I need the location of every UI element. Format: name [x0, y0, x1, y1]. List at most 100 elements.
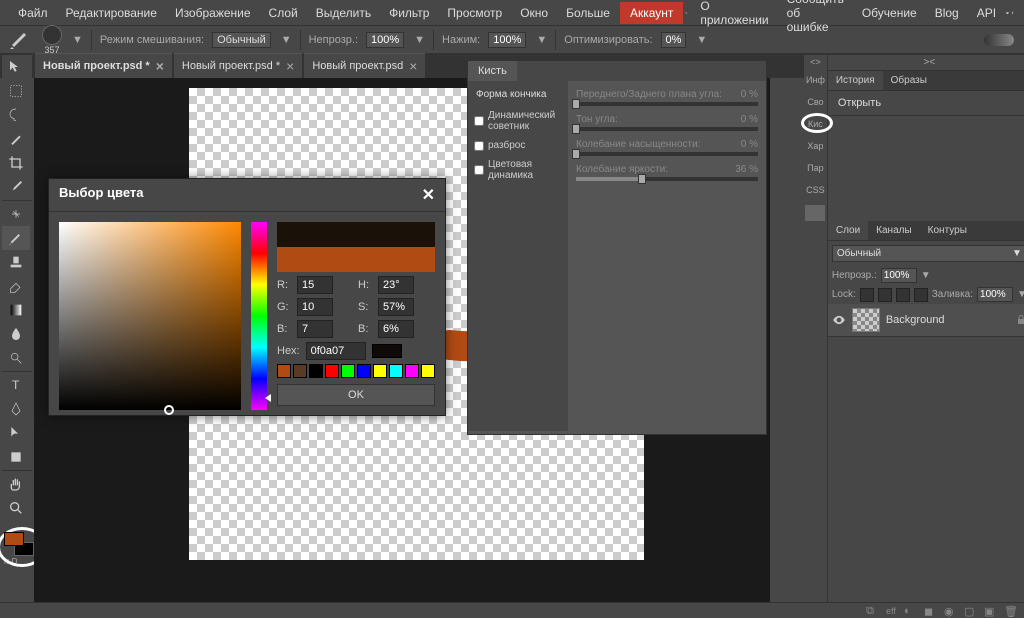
tab-close-icon[interactable]: ×	[156, 58, 164, 74]
stamp-tool[interactable]	[2, 250, 30, 274]
twitter-icon[interactable]	[1006, 4, 1009, 22]
menu-file[interactable]: Файл	[10, 2, 56, 24]
opacity-value[interactable]: 100%	[366, 32, 404, 48]
tab-close-icon[interactable]: ×	[286, 58, 294, 74]
color-gradient-field[interactable]	[59, 222, 241, 410]
blur-tool[interactable]	[2, 322, 30, 346]
palette-swatch[interactable]	[309, 364, 323, 378]
menu-report-bug[interactable]: Сообщить об ошибке	[779, 0, 852, 38]
brush-tip-section[interactable]: Форма кончика	[472, 85, 564, 104]
shape-tool[interactable]	[2, 445, 30, 469]
tab-close-icon[interactable]: ×	[409, 58, 417, 74]
menu-filter[interactable]: Фильтр	[381, 2, 437, 24]
strip-image-icon[interactable]	[805, 205, 825, 221]
menu-api[interactable]: API	[969, 2, 1004, 24]
paths-tab[interactable]: Контуры	[920, 221, 975, 240]
layers-tab[interactable]: Слои	[828, 221, 868, 240]
trash-icon[interactable]: 🗑	[1004, 605, 1016, 617]
ok-button[interactable]: OK	[277, 384, 435, 406]
palette-swatch[interactable]	[341, 364, 355, 378]
menu-blog[interactable]: Blog	[927, 2, 967, 24]
palette-swatch[interactable]	[389, 364, 403, 378]
layer-name[interactable]: Background	[886, 314, 1009, 326]
document-tab[interactable]: Новый проект.psd ×	[304, 53, 425, 78]
opacity-dropdown-icon[interactable]: ▼	[921, 270, 931, 281]
saturation-slider[interactable]	[576, 152, 758, 156]
palette-swatch[interactable]	[277, 364, 291, 378]
opacity-dropdown-icon[interactable]: ▼	[414, 34, 425, 46]
s-input[interactable]	[378, 298, 414, 316]
palette-swatch[interactable]	[373, 364, 387, 378]
b-input[interactable]	[297, 320, 333, 338]
g-input[interactable]	[297, 298, 333, 316]
color-cursor[interactable]	[164, 405, 174, 415]
channels-tab[interactable]: Каналы	[868, 221, 920, 240]
menu-image[interactable]: Изображение	[167, 2, 259, 24]
fill-dropdown-icon[interactable]: ▼	[1017, 289, 1024, 300]
adjustment-icon[interactable]: ◉	[944, 605, 956, 617]
layer-opacity-input[interactable]	[881, 268, 917, 283]
wand-tool[interactable]	[2, 127, 30, 151]
eyedropper-tool[interactable]	[2, 175, 30, 199]
crop-tool[interactable]	[2, 151, 30, 175]
r-input[interactable]	[297, 276, 333, 294]
brush-tab[interactable]: Кисть	[468, 61, 517, 81]
optimize-value[interactable]: 0%	[661, 32, 687, 48]
lock-transparent-icon[interactable]	[860, 288, 874, 302]
document-tab[interactable]: Новый проект.psd * ×	[35, 53, 172, 78]
pen-tool[interactable]	[2, 397, 30, 421]
palette-swatch[interactable]	[293, 364, 307, 378]
lock-position-icon[interactable]	[896, 288, 910, 302]
zoom-tool[interactable]	[2, 496, 30, 520]
healing-tool[interactable]	[2, 202, 30, 226]
strip-swatches[interactable]: Сво	[804, 91, 827, 113]
foreground-color-swatch[interactable]	[4, 532, 24, 546]
lock-all-icon[interactable]	[914, 288, 928, 302]
color-swatches[interactable]: ιт D	[2, 530, 36, 570]
facebook-icon[interactable]	[1011, 4, 1014, 22]
menu-view[interactable]: Просмотр	[439, 2, 510, 24]
marquee-tool[interactable]	[2, 79, 30, 103]
scatter-checkbox[interactable]: разброс	[472, 138, 564, 153]
dodge-tool[interactable]	[2, 346, 30, 370]
hand-tool[interactable]	[2, 472, 30, 496]
layer-thumbnail[interactable]	[852, 308, 880, 332]
h-input[interactable]	[378, 276, 414, 294]
dynamics-checkbox[interactable]: Динамический советник	[472, 108, 564, 134]
palette-swatch[interactable]	[325, 364, 339, 378]
pressure-value[interactable]: 100%	[488, 32, 526, 48]
menu-learn[interactable]: Обучение	[854, 2, 925, 24]
menu-about[interactable]: О приложении	[692, 0, 776, 31]
palette-swatch[interactable]	[421, 364, 435, 378]
brush-tool[interactable]	[2, 226, 30, 250]
menu-layer[interactable]: Слой	[261, 2, 306, 24]
hex-input[interactable]	[306, 342, 366, 360]
strip-info[interactable]: Инф	[804, 69, 827, 91]
search-icon[interactable]	[685, 4, 688, 22]
move-tool[interactable]	[2, 55, 30, 79]
lock-pixels-icon[interactable]	[878, 288, 892, 302]
strip-paragraph[interactable]: Пар	[804, 157, 827, 179]
new-layer-icon[interactable]: ▣	[984, 605, 996, 617]
palette-swatch[interactable]	[405, 364, 419, 378]
brightness-slider[interactable]	[576, 177, 758, 181]
visibility-icon[interactable]	[832, 313, 846, 327]
brush-size-preview[interactable]	[42, 25, 62, 45]
hue-slider[interactable]	[251, 222, 267, 410]
path-select-tool[interactable]	[2, 421, 30, 445]
strip-character[interactable]: Хар	[804, 135, 827, 157]
menu-edit[interactable]: Редактирование	[58, 2, 165, 24]
gradient-tool[interactable]	[2, 298, 30, 322]
strip-brush[interactable]: Кис	[804, 113, 827, 135]
panel-collapse-icon[interactable]: ><	[828, 55, 1024, 71]
blend-dropdown-icon[interactable]: ▼	[281, 34, 292, 46]
history-item[interactable]: Открыть	[828, 91, 1024, 116]
folder-icon[interactable]: ▢	[964, 605, 976, 617]
brightness-input[interactable]	[378, 320, 414, 338]
menu-more[interactable]: Больше	[558, 2, 618, 24]
samples-tab[interactable]: Образы	[883, 71, 935, 90]
strip-expand-icon[interactable]: <>	[804, 55, 827, 69]
mask-icon[interactable]: ◼	[924, 605, 936, 617]
eraser-tool[interactable]	[2, 274, 30, 298]
fx-icon[interactable]: ◐	[904, 605, 916, 617]
